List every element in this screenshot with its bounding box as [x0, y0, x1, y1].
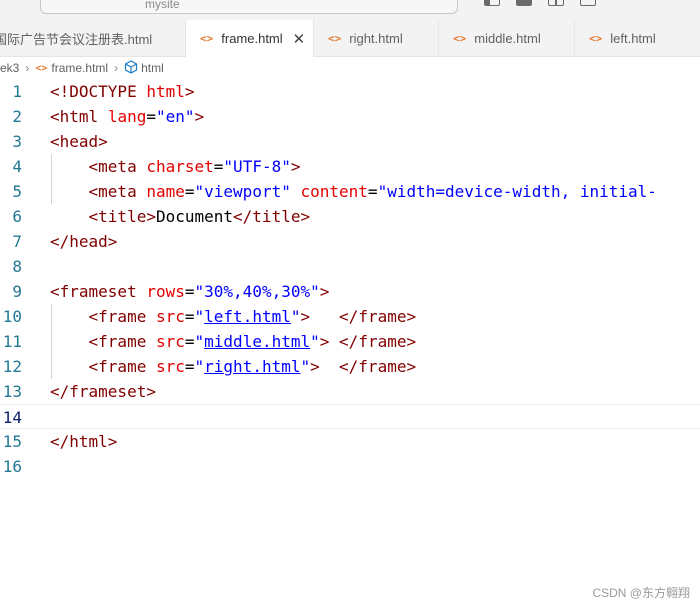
html-file-icon: <>	[328, 31, 342, 45]
tab-label: left.html	[610, 30, 656, 46]
breadcrumb-folder[interactable]: ek3	[0, 61, 19, 75]
code-line: 1 <!DOCTYPE html>	[0, 79, 700, 104]
line-number: 10	[2, 307, 22, 326]
tab-right[interactable]: <> right.html	[314, 20, 439, 56]
code-editor[interactable]: 1 <!DOCTYPE html> 2 <html lang="en"> 3 <…	[0, 79, 700, 607]
code-text: <frame src="right.html"> </frame>	[88, 357, 417, 376]
line-number: 8	[12, 257, 22, 276]
close-icon[interactable]: ✕	[293, 30, 306, 48]
code-text: <frameset rows="30%,40%,30%">	[50, 282, 330, 301]
code-line: 2 <html lang="en">	[0, 104, 700, 129]
chevron-right-icon: ›	[25, 61, 30, 75]
line-number: 3	[12, 132, 22, 151]
breadcrumb-symbol[interactable]: html	[141, 61, 164, 75]
line-number: 1	[12, 82, 22, 101]
tab-left[interactable]: <> left.html	[575, 20, 700, 56]
tab-label: right.html	[349, 30, 403, 46]
code-text: <!DOCTYPE html>	[50, 82, 195, 101]
line-number: 2	[12, 107, 22, 126]
toggle-primary-sidebar-icon[interactable]	[484, 0, 500, 6]
code-line: 10 <frame src="left.html"> </frame>	[0, 304, 700, 329]
code-text: </frameset>	[50, 382, 156, 401]
code-line: 3 <head>	[0, 129, 700, 154]
customize-layout-icon[interactable]	[580, 0, 596, 6]
code-text: <frame src="middle.html"> </frame>	[88, 332, 417, 351]
code-text: <html lang="en">	[50, 107, 205, 126]
code-line: 5 <meta name="viewport" content="width=d…	[0, 179, 700, 204]
code-text: <frame src="left.html"> </frame>	[88, 307, 417, 326]
tab-frame[interactable]: <> frame.html ✕	[186, 20, 314, 57]
code-text: </html>	[50, 432, 118, 451]
editor-tab-bar: 国际广告节会议注册表.html <> frame.html ✕ <> right…	[0, 20, 700, 57]
html-file-icon: <>	[453, 31, 467, 45]
tab-label: 国际广告节会议注册表.html	[0, 31, 153, 47]
code-line: 8	[0, 254, 700, 279]
code-line: 11 <frame src="middle.html"> </frame>	[0, 329, 700, 354]
code-line-current[interactable]: 14	[0, 404, 700, 429]
html-file-icon: <>	[35, 62, 48, 74]
line-number: 11	[2, 332, 22, 351]
watermark: CSDN @东方翱翔	[592, 586, 690, 600]
search-text: mysite	[145, 0, 180, 11]
symbol-cube-icon	[124, 59, 138, 77]
tab-label: middle.html	[474, 30, 541, 46]
code-line: 13 </frameset>	[0, 379, 700, 404]
html-file-icon: <>	[200, 32, 214, 45]
command-center-search[interactable]: mysite	[40, 0, 458, 14]
tab-registration-form[interactable]: 国际广告节会议注册表.html	[0, 20, 186, 56]
chevron-right-icon: ›	[114, 61, 119, 75]
line-number: 9	[12, 282, 22, 301]
code-line: 9 <frameset rows="30%,40%,30%">	[0, 279, 700, 304]
line-number: 16	[2, 457, 22, 476]
line-number: 15	[2, 432, 22, 451]
code-line: 4 <meta charset="UTF-8">	[0, 154, 700, 179]
line-number: 14	[2, 408, 22, 427]
code-text: <title>Document</title>	[88, 207, 311, 226]
code-text: <head>	[50, 132, 108, 151]
tab-label: frame.html	[221, 31, 283, 46]
line-number: 13	[2, 382, 22, 401]
toggle-panel-icon[interactable]	[516, 0, 532, 6]
tab-middle[interactable]: <> middle.html	[439, 20, 575, 56]
code-line: 12 <frame src="right.html"> </frame>	[0, 354, 700, 379]
code-text: <meta charset="UTF-8">	[88, 157, 301, 176]
code-line: 7 </head>	[0, 229, 700, 254]
line-number: 5	[12, 182, 22, 201]
line-number: 7	[12, 232, 22, 251]
html-file-icon: <>	[589, 31, 603, 45]
code-line: 16	[0, 454, 700, 479]
code-text: </head>	[50, 232, 118, 251]
breadcrumb: ek3 › <> frame.html › html	[0, 57, 700, 79]
code-line: 6 <title>Document</title>	[0, 204, 700, 229]
line-number: 12	[2, 357, 22, 376]
line-number: 4	[12, 157, 22, 176]
title-bar: mysite	[0, 0, 700, 20]
code-text: <meta name="viewport" content="width=dev…	[88, 182, 657, 201]
code-line: 15 </html>	[0, 429, 700, 454]
line-number: 6	[12, 207, 22, 226]
breadcrumb-file[interactable]: frame.html	[51, 61, 108, 75]
toggle-secondary-sidebar-icon[interactable]	[548, 0, 564, 6]
